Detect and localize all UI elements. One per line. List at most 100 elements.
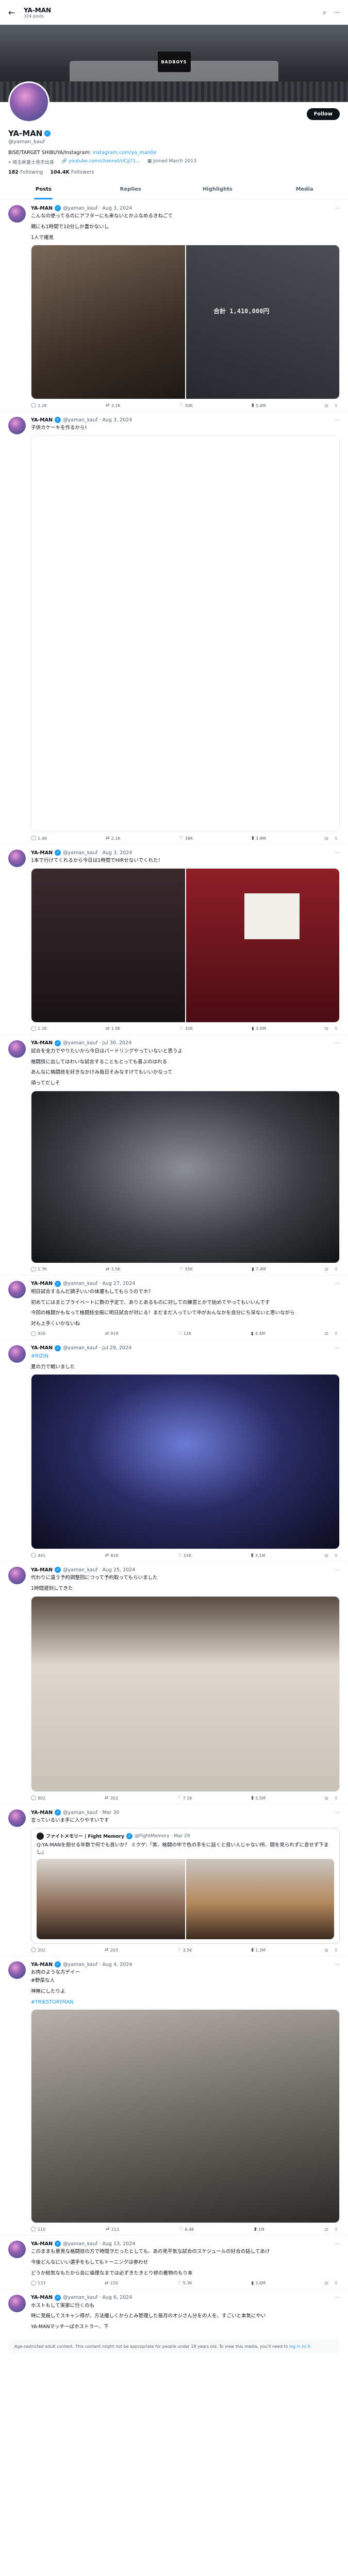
tweet[interactable]: YA-MAN ✓ @yaman_kauf · Jul 30, 2024 ⋯ 試合… [0,1035,348,1276]
tweet-media[interactable]: 合計 1,410,000円 [31,245,340,400]
repost-button[interactable]: ⇄ 220 [105,2281,118,2286]
like-button[interactable]: ♡ 3.5K [177,1947,192,1953]
more-icon[interactable]: ⋯ [335,1810,340,1816]
tweet[interactable]: YA-MAN ✓ @yaman_kauf · Mar 30 ⋯ 言っているいま手… [0,1804,348,1957]
bookmark-icon[interactable]: ⊡ [325,2281,328,2285]
tweet-avatar[interactable] [8,2294,26,2312]
tweet-avatar[interactable] [8,1280,26,1298]
tweet-media[interactable] [31,2009,340,2224]
media-image[interactable] [31,1375,339,1549]
bookmark-icon[interactable]: ⊡ [325,403,328,408]
share-icon[interactable]: ⇪ [334,2227,338,2232]
tab-posts[interactable]: Posts [0,179,87,199]
repost-button[interactable]: ⇄ 353 [105,1795,118,1801]
views-button[interactable]: ▮ 3.6M [251,2281,266,2286]
reply-button[interactable]: ◯ 926 [31,1331,45,1336]
repost-button[interactable]: ⇄ 203 [105,1947,118,1953]
views-button[interactable]: ▮ 3.1M [251,1553,266,1558]
tweet[interactable]: YA-MAN ✓ @yaman_kauf · Aug 3, 2024 ⋯ 1本で… [0,844,348,1035]
repost-button[interactable]: ⇄ 2.1K [106,836,121,841]
reply-button[interactable]: ◯ 1.7K [31,1267,47,1272]
tab-media[interactable]: Media [261,179,348,199]
tweet-author[interactable]: YA-MAN [31,1567,53,1573]
media-image[interactable] [31,868,185,1022]
reply-button[interactable]: ◯ 2.2K [31,403,47,408]
tweet-media[interactable] [31,868,340,1023]
like-button[interactable]: ♡ 12K [178,1331,192,1336]
share-icon[interactable]: ⇪ [334,403,338,408]
reply-button[interactable]: ◯ 441 [31,1553,45,1558]
tweet-avatar[interactable] [8,1040,26,1058]
share-icon[interactable]: ⇪ [334,1267,338,1272]
verified-badge-icon[interactable]: ✓ [44,130,51,137]
tweet-media[interactable] [31,1374,340,1550]
share-icon[interactable]: ⇪ [334,836,338,841]
share-icon[interactable]: ⇪ [334,1948,338,1953]
tweet[interactable]: YA-MAN ✓ @yaman_kauf · Aug 13, 2024 ⋯ この… [0,2235,348,2290]
tweet[interactable]: YA-MAN ✓ @yaman_kauf · Aug 4, 2024 ⋯ お肉の… [0,1956,348,2236]
repost-button[interactable]: ⇄ 213 [106,2227,119,2232]
tweet-media[interactable] [31,435,340,833]
bookmark-icon[interactable]: ⊡ [325,1267,328,1272]
like-button[interactable]: ♡ 50K [179,403,193,408]
bookmark-icon[interactable]: ⊡ [325,1026,328,1031]
bookmark-icon[interactable]: ⊡ [325,1331,328,1336]
media-image[interactable]: 合計 1,410,000円 [186,245,339,399]
back-arrow-icon[interactable]: ← [8,8,24,18]
followers-stat[interactable]: 104.4K Followers [50,170,94,175]
tweet-avatar[interactable] [8,2241,26,2259]
views-button[interactable]: ▮ 3.5M [252,1026,266,1031]
tweet-avatar[interactable] [8,417,26,435]
tweet-author[interactable]: YA-MAN [31,850,53,856]
tweet-media[interactable] [31,1090,340,1263]
tab-replies[interactable]: Replies [87,179,174,199]
share-icon[interactable]: ⇪ [334,1331,338,1336]
bookmark-icon[interactable]: ⊡ [325,1796,328,1801]
media-image[interactable] [31,2010,339,2223]
views-button[interactable]: ▮ 7.4M [252,1267,266,1272]
more-icon[interactable]: ⋯ [335,850,340,856]
repost-button[interactable]: ⇄ 818 [105,1553,119,1558]
more-icon[interactable]: ⋯ [335,1345,340,1351]
tweet-avatar[interactable] [8,850,26,868]
media-image[interactable] [186,1859,334,1940]
more-icon[interactable]: ⋯ [334,9,340,16]
views-button[interactable]: ▮ 5.6M [252,403,266,408]
like-button[interactable]: ♡ 55K [179,1267,193,1272]
tweet-author[interactable]: YA-MAN [31,1040,53,1046]
tweet[interactable]: YA-MAN ✓ @yaman_kauf · Aug 3, 2024 ⋯ こんな… [0,200,348,412]
profile-website[interactable]: youtube.com/channel/UCjj71... [69,159,140,164]
tweet-avatar[interactable] [8,1345,26,1363]
bio-link[interactable]: instagram.com/ya_man0e [93,150,157,156]
tweet-avatar[interactable] [8,1809,26,1827]
tab-highlights[interactable]: Highlights [174,179,261,199]
tweet-author[interactable]: YA-MAN [31,1810,53,1816]
views-button[interactable]: ▮ 4.4M [251,1331,266,1336]
like-button[interactable]: ♡ 32K [179,1026,193,1031]
tweet[interactable]: YA-MAN ✓ @yaman_kauf · Aug 27, 2024 ⋯ 明日… [0,1276,348,1340]
more-icon[interactable]: ⋯ [335,1040,340,1046]
more-icon[interactable]: ⋯ [335,417,340,423]
reply-button[interactable]: ◯ 1.1K [31,1026,47,1031]
share-icon[interactable]: ⇪ [334,1553,338,1558]
tweet[interactable]: YA-MAN ✓ @yaman_kauf · Aug 6, 2024 ⋯ ホスト… [0,2290,348,2337]
views-button[interactable]: ▮ 3.9M [252,836,266,841]
tweet[interactable]: YA-MAN ✓ @yaman_kauf · Jul 29, 2024 ⋯ #R… [0,1340,348,1562]
bookmark-icon[interactable]: ⊡ [325,2227,328,2232]
bookmark-icon[interactable]: ⊡ [325,1948,328,1953]
bookmark-icon[interactable]: ⊡ [325,1553,328,1558]
tweet-author[interactable]: YA-MAN [31,2241,53,2247]
quoted-tweet[interactable]: ファイトメモリー | Fight Memory ✓ @FightMemory ·… [31,1827,340,1944]
tweet-author[interactable]: YA-MAN [31,206,53,211]
follow-button[interactable]: Follow [306,108,340,120]
share-icon[interactable]: ⇪ [334,1026,338,1031]
reply-button[interactable]: ◯ 133 [31,2281,45,2286]
share-icon[interactable]: ⇪ [334,1796,338,1801]
tweet-avatar[interactable] [8,1567,26,1585]
tweet-media[interactable] [31,1596,340,1792]
repost-button[interactable]: ⇄ 3.2K [106,403,121,408]
more-icon[interactable]: ⋯ [335,1281,340,1286]
tweet-author[interactable]: YA-MAN [31,1962,53,1968]
views-button[interactable]: ▮ 1.3M [251,1947,266,1953]
tweet-avatar[interactable] [8,205,26,223]
